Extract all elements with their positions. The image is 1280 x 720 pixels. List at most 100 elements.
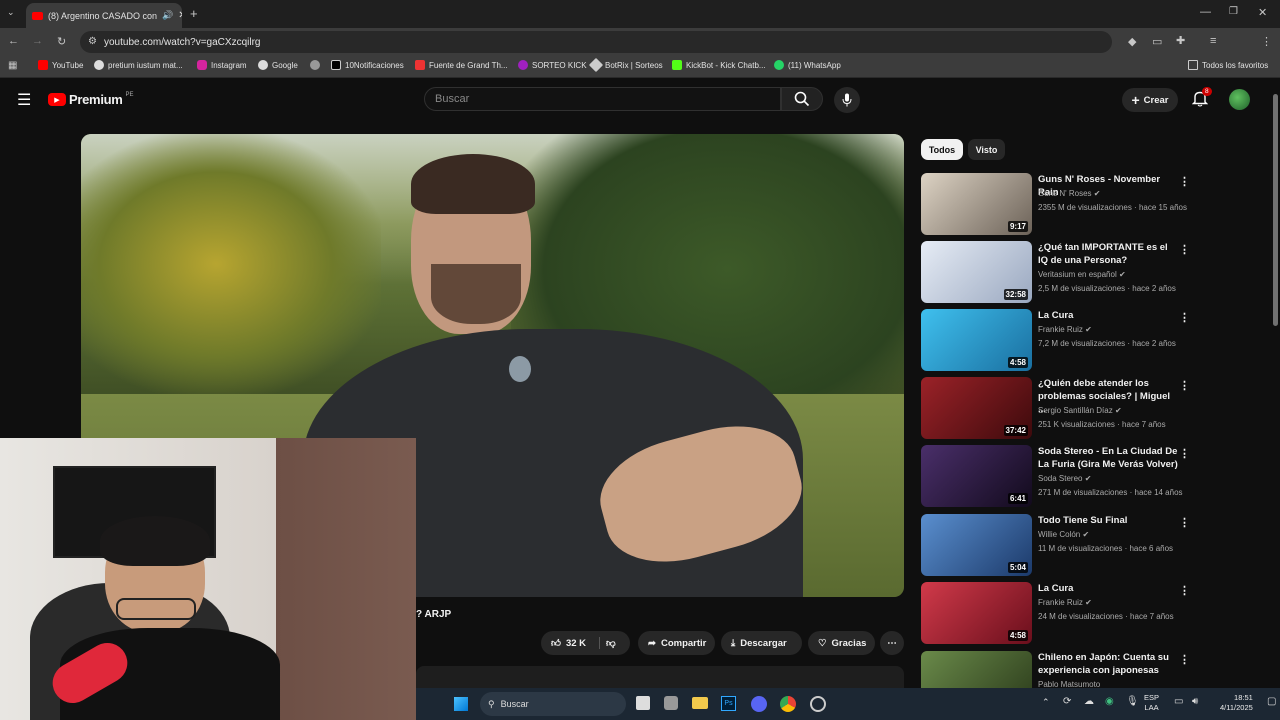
reading-list-icon[interactable]: ≡ — [1210, 35, 1216, 47]
restore-icon[interactable]: ❐ — [1229, 6, 1238, 17]
description-box[interactable] — [416, 666, 904, 688]
bookmark-all-favorites[interactable]: Todos los favoritos — [1188, 60, 1268, 70]
windows-start-icon[interactable] — [454, 697, 468, 711]
bookmark-google[interactable]: Google — [258, 60, 298, 70]
download-button[interactable]: ⤓ Descargar — [721, 631, 802, 655]
bookmark-instagram[interactable]: Instagram — [197, 60, 247, 70]
minimize-icon[interactable]: — — [1200, 6, 1211, 18]
app-icon[interactable] — [810, 696, 826, 712]
rec-thumbnail[interactable] — [921, 651, 1032, 688]
rec-channel[interactable]: Pablo Matsumoto — [1038, 680, 1100, 688]
apps-icon[interactable]: ▦ — [8, 60, 17, 71]
search-button[interactable] — [781, 87, 823, 111]
tray-microphone-icon[interactable]: 🎙︎ — [1126, 696, 1139, 707]
account-avatar[interactable] — [1229, 89, 1250, 110]
language-indicator[interactable]: ESP LAA — [1144, 693, 1159, 713]
scrollbar-thumb[interactable] — [1273, 94, 1278, 326]
bookmark-notificaciones[interactable]: 10Notificaciones — [331, 60, 404, 70]
rec-channel[interactable]: Frankie Ruiz ✔ — [1038, 325, 1092, 334]
extension-icon[interactable]: ◆ — [1128, 35, 1136, 48]
audio-icon[interactable]: 🔊 — [162, 10, 173, 21]
rec-channel[interactable]: Frankie Ruiz ✔ — [1038, 598, 1092, 607]
back-icon[interactable]: ← — [8, 35, 19, 47]
search-input[interactable]: Buscar — [424, 87, 781, 111]
task-view-icon[interactable] — [636, 696, 650, 710]
page-scrollbar[interactable] — [1270, 80, 1280, 688]
rec-menu-icon[interactable]: ⋮ — [1179, 243, 1190, 256]
rec-channel[interactable]: Veritasium en español ✔ — [1038, 270, 1126, 279]
notification-center-icon[interactable]: ▢ — [1267, 696, 1276, 707]
bookmark-fuente[interactable]: Fuente de Grand Th... — [415, 60, 508, 70]
address-bar[interactable]: ⚙ youtube.com/watch?v=gaCXzcqilrg — [80, 31, 1112, 53]
rec-thumbnail[interactable]: 5:04 — [921, 514, 1032, 576]
bookmark-whatsapp[interactable]: (11) WhatsApp — [774, 60, 841, 70]
network-icon[interactable]: ▭ — [1174, 696, 1183, 707]
tray-sync-icon[interactable]: ⟳ — [1063, 696, 1071, 707]
bookmark-pretium[interactable]: pretium iustum mat... — [94, 60, 183, 70]
rec-title[interactable]: Todo Tiene Su Final — [1038, 514, 1178, 527]
rec-thumbnail[interactable]: 4:58 — [921, 309, 1032, 371]
chip-todos[interactable]: Todos — [921, 139, 963, 160]
like-button[interactable]: 👍︎ 32 K 👎︎ — [541, 631, 630, 655]
volume-icon[interactable]: 🔊︎ — [1192, 696, 1198, 707]
tray-app-icon[interactable]: ◉ — [1105, 696, 1114, 707]
tab-search-icon[interactable]: ⌄ — [7, 7, 15, 18]
rec-channel[interactable]: Willie Colón ✔ — [1038, 530, 1089, 539]
file-explorer-icon[interactable] — [692, 697, 708, 709]
clock[interactable]: 18:51 4/11/2025 — [1220, 693, 1253, 713]
rec-item[interactable]: 6:41 Soda Stereo - En La Ciudad De La Fu… — [921, 445, 1191, 507]
rec-menu-icon[interactable]: ⋮ — [1179, 653, 1190, 666]
rec-menu-icon[interactable]: ⋮ — [1179, 379, 1190, 392]
rec-thumbnail[interactable]: 9:17 — [921, 173, 1032, 235]
bookmark-sorteo[interactable]: SORTEO KICK — [518, 60, 587, 70]
rec-title[interactable]: ¿Qué tan IMPORTANTE es el IQ de una Pers… — [1038, 241, 1178, 267]
rec-thumbnail[interactable]: 4:58 — [921, 582, 1032, 644]
bookmark-kickbot[interactable]: KickBot - Kick Chatb... — [672, 60, 766, 70]
rec-menu-icon[interactable]: ⋮ — [1179, 311, 1190, 324]
rec-menu-icon[interactable]: ⋮ — [1179, 175, 1190, 188]
onedrive-icon[interactable]: ☁ — [1084, 696, 1094, 707]
notifications-button[interactable]: 8 — [1191, 87, 1212, 110]
rec-title[interactable]: La Cura — [1038, 582, 1178, 595]
rec-menu-icon[interactable]: ⋮ — [1179, 447, 1190, 460]
rec-item[interactable]: 32:58 ¿Qué tan IMPORTANTE es el IQ de un… — [921, 241, 1191, 303]
hamburger-menu-icon[interactable]: ☰ — [17, 90, 31, 110]
rec-title[interactable]: Soda Stereo - En La Ciudad De La Furia (… — [1038, 445, 1178, 471]
voice-search-button[interactable] — [834, 87, 860, 113]
wallet-icon[interactable]: ▭ — [1152, 35, 1162, 48]
rec-menu-icon[interactable]: ⋮ — [1179, 516, 1190, 529]
share-button[interactable]: ➦ Compartir — [638, 631, 715, 655]
bookmark-youtube[interactable]: YouTube — [38, 60, 83, 70]
rec-thumbnail[interactable]: 6:41 — [921, 445, 1032, 507]
window-close-icon[interactable]: ✕ — [1258, 6, 1267, 19]
rec-item[interactable]: 5:04 Todo Tiene Su Final Willie Colón ✔ … — [921, 514, 1191, 576]
browser-tab[interactable]: (8) Argentino CASADO con 🔊 ✕ — [26, 3, 182, 28]
rec-thumbnail[interactable]: 32:58 — [921, 241, 1032, 303]
create-button[interactable]: + Crear — [1122, 88, 1178, 112]
tab-close-icon[interactable]: ✕ — [178, 10, 182, 21]
discord-icon[interactable] — [751, 696, 767, 712]
tray-chevron-icon[interactable]: ⌃ — [1042, 697, 1050, 708]
rec-channel[interactable]: Guns N' Roses ✔ — [1038, 189, 1100, 198]
dislike-icon[interactable]: 👎︎ — [599, 637, 616, 649]
menu-kebab-icon[interactable]: ⋮ — [1261, 35, 1272, 48]
rec-item[interactable]: 4:58 La Cura Frankie Ruiz ✔ 7,2 M de vis… — [921, 309, 1191, 371]
rec-item[interactable]: 37:42 ¿Quién debe atender los problemas … — [921, 377, 1191, 439]
rec-item[interactable]: Chileno en Japón: Cuenta su experiencia … — [921, 651, 1191, 688]
chip-visto[interactable]: Visto — [968, 139, 1005, 160]
bookmark-globe[interactable] — [310, 60, 320, 70]
rec-item[interactable]: 4:58 La Cura Frankie Ruiz ✔ 24 M de visu… — [921, 582, 1191, 644]
bookmark-botrix[interactable]: BotRix | Sorteos — [588, 57, 663, 73]
rec-channel[interactable]: Soda Stereo ✔ — [1038, 474, 1091, 483]
site-info-icon[interactable]: ⚙ — [88, 36, 97, 47]
rec-item[interactable]: 9:17 Guns N' Roses - November Rain Guns … — [921, 173, 1191, 235]
youtube-logo[interactable]: ▶ Premium PE — [48, 92, 134, 107]
forward-icon[interactable]: → — [32, 35, 43, 47]
chrome-icon[interactable] — [780, 696, 796, 712]
new-tab-icon[interactable]: + — [190, 6, 198, 21]
rec-title[interactable]: Chileno en Japón: Cuenta su experiencia … — [1038, 651, 1178, 677]
rec-channel[interactable]: Sergio Santillán Díaz ✔ — [1038, 406, 1122, 415]
rec-title[interactable]: La Cura — [1038, 309, 1178, 322]
rec-thumbnail[interactable]: 37:42 — [921, 377, 1032, 439]
more-actions-button[interactable]: ⋯ — [880, 631, 904, 655]
